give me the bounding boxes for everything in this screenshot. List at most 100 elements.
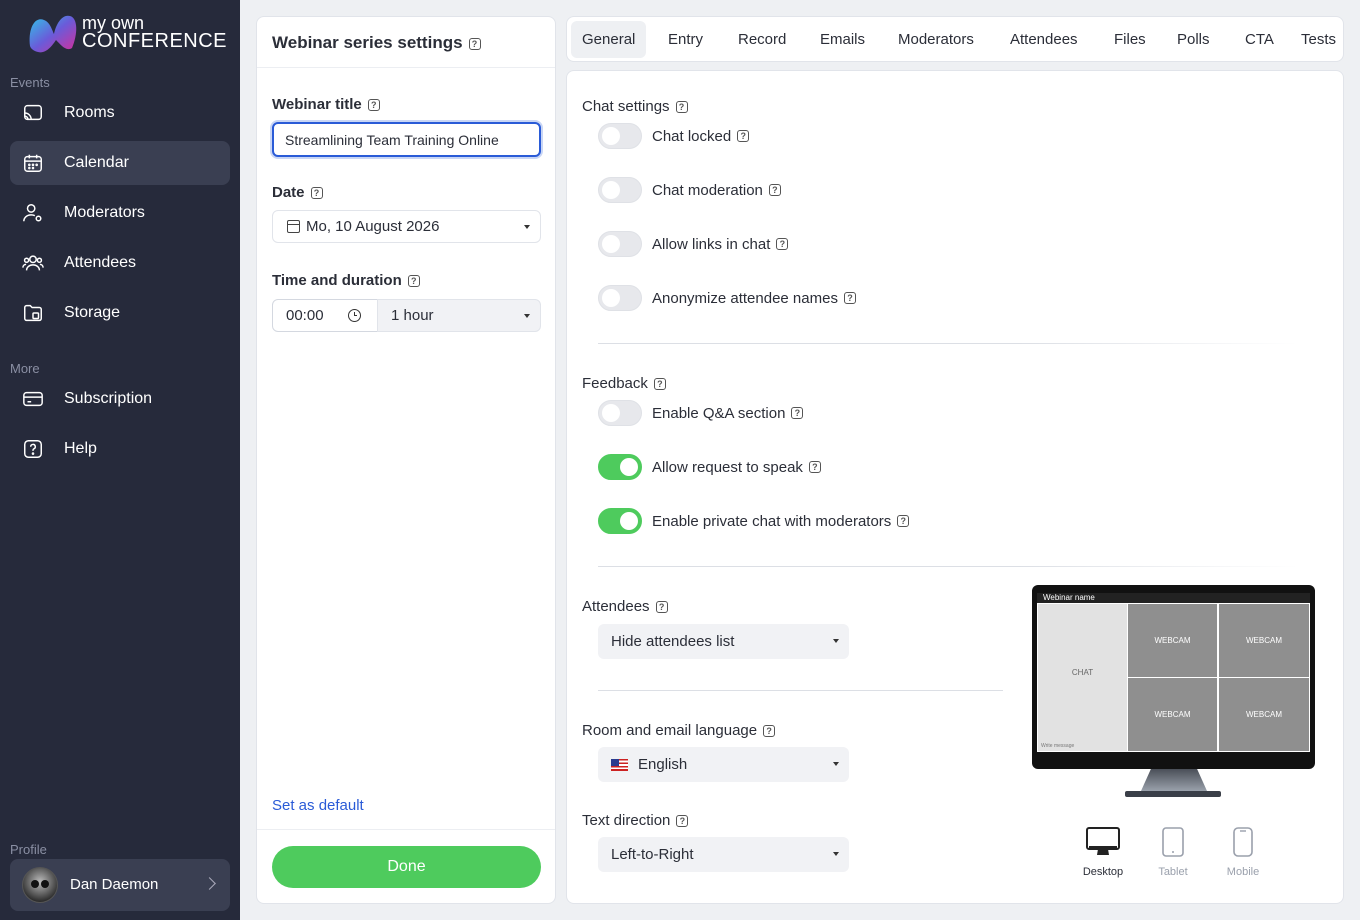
tab-tests[interactable]: Tests [1290, 21, 1343, 58]
tab-entry[interactable]: Entry [657, 21, 714, 58]
toggle-row-qa: Enable Q&A section ? [598, 400, 804, 426]
tab-polls[interactable]: Polls [1166, 21, 1221, 58]
attendees-title: Attendees? [582, 598, 668, 615]
help-icon[interactable]: ? [843, 292, 856, 304]
tablet-icon [1143, 827, 1203, 857]
attendees-list-select[interactable]: Hide attendees list [598, 624, 849, 659]
help-icon[interactable]: ? [655, 601, 668, 614]
section-profile-label: Profile [10, 842, 47, 857]
help-icon[interactable]: ? [675, 101, 688, 114]
tab-general[interactable]: General [571, 21, 647, 58]
language-value: English [638, 756, 688, 773]
help-icon[interactable]: ? [808, 461, 821, 473]
tab-moderators[interactable]: Moderators [887, 21, 985, 58]
footer-divider [257, 829, 555, 830]
device-tablet[interactable]: Tablet [1143, 827, 1203, 878]
sidebar-item-moderators[interactable]: Moderators [10, 191, 230, 235]
toggle-label: Chat locked [652, 127, 732, 145]
help-icon[interactable]: ? [897, 515, 910, 527]
webinar-title-input[interactable] [272, 122, 541, 157]
tab-cta[interactable]: CTA [1234, 21, 1285, 58]
language-title: Room and email language? [582, 722, 776, 739]
sidebar-item-label: Moderators [64, 204, 145, 221]
time-duration-label-text: Time and duration [272, 272, 402, 289]
webinar-title-label: Webinar title? [272, 96, 380, 113]
sidebar-item-attendees[interactable]: Attendees [10, 241, 230, 285]
room-preview-monitor: Webinar name CHAT Write message WEBCAM W… [1032, 585, 1315, 769]
time-duration-label: Time and duration? [272, 272, 420, 289]
chat-settings-title-text: Chat settings [582, 98, 670, 115]
attendees-list-value: Hide attendees list [611, 633, 735, 650]
user-gear-icon [22, 202, 44, 224]
help-icon[interactable]: ? [367, 99, 380, 112]
help-icon[interactable]: ? [310, 187, 323, 200]
chevron-right-icon [203, 877, 216, 890]
sidebar-item-label: Storage [64, 304, 121, 321]
help-icon[interactable]: ? [737, 130, 750, 142]
sidebar-item-rooms[interactable]: Rooms [10, 91, 230, 135]
sidebar-item-label: Rooms [64, 104, 115, 121]
toggle-row-request-speak: Allow request to speak ? [598, 454, 821, 480]
toggle-row-anonymize: Anonymize attendee names ? [598, 285, 856, 311]
preview-chat-input: Write message [1041, 743, 1075, 749]
private-chat-toggle[interactable] [598, 508, 642, 534]
help-icon[interactable]: ? [776, 238, 789, 250]
preview-webcam-tile: WEBCAM [1219, 604, 1309, 677]
general-settings-panel: Chat settings? Chat locked ? Chat modera… [566, 70, 1344, 904]
preview-webcam-tile: WEBCAM [1128, 604, 1217, 677]
time-input[interactable]: 00:00 [272, 299, 378, 332]
tab-emails[interactable]: Emails [809, 21, 876, 58]
credit-card-icon [22, 388, 44, 410]
help-icon[interactable]: ? [676, 815, 689, 828]
chat-locked-toggle[interactable] [598, 123, 642, 149]
anonymize-names-toggle[interactable] [598, 285, 642, 311]
request-to-speak-toggle[interactable] [598, 454, 642, 480]
caret-down-icon [833, 762, 839, 766]
date-label: Date? [272, 184, 323, 201]
tab-files[interactable]: Files [1103, 21, 1157, 58]
help-icon[interactable]: ? [653, 378, 666, 391]
duration-select[interactable]: 1 hour [377, 299, 541, 332]
tab-attendees[interactable]: Attendees [999, 21, 1089, 58]
sidebar-item-calendar[interactable]: Calendar [10, 141, 230, 185]
qa-section-toggle[interactable] [598, 400, 642, 426]
sidebar-item-subscription[interactable]: Subscription [10, 377, 230, 421]
set-as-default-link[interactable]: Set as default [272, 797, 364, 814]
help-icon[interactable]: ? [791, 407, 804, 419]
section-divider [598, 566, 1298, 567]
help-icon[interactable]: ? [407, 275, 420, 288]
users-icon [22, 252, 44, 274]
sidebar: my own CONFERENCE Events Rooms Calendar … [0, 0, 240, 920]
text-direction-select[interactable]: Left-to-Right [598, 837, 849, 872]
sidebar-item-storage[interactable]: Storage [10, 291, 230, 335]
date-label-text: Date [272, 184, 305, 201]
toggle-label: Enable private chat with moderators [652, 512, 892, 530]
date-picker[interactable]: Mo, 10 August 2026 [272, 210, 541, 243]
sidebar-item-help[interactable]: Help [10, 427, 230, 471]
preview-screen: Webinar name CHAT Write message WEBCAM W… [1037, 593, 1310, 752]
toggle-row-private-chat: Enable private chat with moderators ? [598, 508, 910, 534]
device-mobile[interactable]: Mobile [1213, 827, 1273, 878]
logo-mark-icon [29, 15, 77, 53]
feedback-title: Feedback? [582, 375, 666, 392]
panel-header: Webinar series settings? [257, 17, 555, 68]
text-direction-value: Left-to-Right [611, 846, 694, 863]
preview-webcam-tile: WEBCAM [1128, 678, 1217, 751]
chat-moderation-toggle[interactable] [598, 177, 642, 203]
sidebar-item-label: Attendees [64, 254, 137, 271]
sidebar-item-label: Calendar [64, 154, 129, 171]
toggle-label: Allow request to speak [652, 458, 803, 476]
brand-logo[interactable]: my own CONFERENCE [26, 12, 227, 56]
allow-links-toggle[interactable] [598, 231, 642, 257]
sidebar-item-label: Help [64, 440, 97, 457]
profile-card[interactable]: Dan Daemon [10, 859, 230, 911]
attendees-title-text: Attendees [582, 598, 650, 615]
help-icon[interactable]: ? [468, 37, 481, 50]
sidebar-item-label: Subscription [64, 390, 153, 407]
help-icon[interactable]: ? [763, 725, 776, 738]
language-select[interactable]: English [598, 747, 849, 782]
device-desktop[interactable]: Desktop [1073, 827, 1133, 878]
tab-record[interactable]: Record [727, 21, 797, 58]
help-icon[interactable]: ? [768, 184, 781, 196]
done-button[interactable]: Done [272, 846, 541, 888]
